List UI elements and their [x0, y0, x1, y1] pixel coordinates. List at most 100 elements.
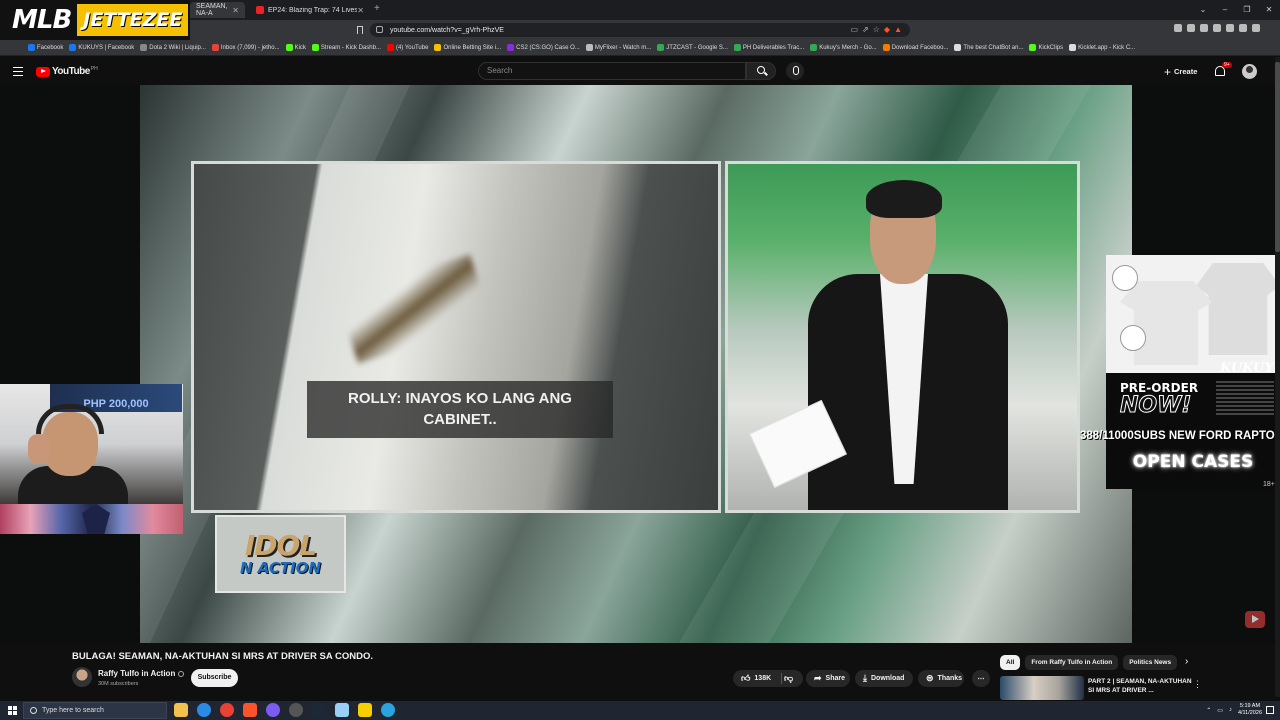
app-icon[interactable]	[289, 703, 303, 717]
bookmark-item[interactable]: JTZCAST - Google S...	[657, 44, 728, 51]
maximize-icon[interactable]: ❐	[1236, 0, 1258, 20]
tab-search-icon[interactable]: ⌄	[1192, 0, 1214, 20]
bookmark-item[interactable]: Kukuy's Merch - Go...	[810, 44, 877, 51]
chip-all[interactable]: All	[1000, 655, 1021, 670]
bookmark-favicon-icon	[434, 44, 442, 51]
tab-title: EP24: Blazing Trap: 74 Lives Taken in	[268, 6, 358, 14]
extension-icon[interactable]	[1187, 24, 1195, 32]
clock[interactable]: 5:19 AM 4/11/2026	[1238, 703, 1262, 717]
bookmark-item[interactable]: MyFlixer - Watch m...	[585, 44, 652, 51]
bookmark-item[interactable]: CS2 (CS:GO) Case O...	[507, 44, 580, 51]
notepad-icon[interactable]	[335, 703, 349, 717]
create-label: Create	[1174, 67, 1198, 76]
thanks-button[interactable]: ⊜ Thanks	[918, 670, 964, 687]
edge-icon[interactable]	[197, 703, 211, 717]
vpn-icon[interactable]	[1226, 24, 1234, 32]
windows-taskbar: Type here to search ⌃ ▭ ♪ 5:19 AM 4/11/2…	[0, 701, 1280, 720]
brave-rewards-icon[interactable]: ▲	[894, 23, 902, 37]
telegram-icon[interactable]	[381, 703, 395, 717]
tshirt-image	[1196, 263, 1280, 355]
recommended-title[interactable]: PART 2 | SEAMAN, NA-AKTUHAN SI MRS AT DR…	[1088, 677, 1192, 695]
notification-center-icon[interactable]	[1266, 706, 1274, 714]
bookmark-favicon-icon	[1069, 44, 1077, 51]
bookmark-favicon-icon	[211, 44, 219, 51]
search-button[interactable]	[746, 62, 776, 80]
bookmark-favicon-icon	[386, 44, 394, 51]
wallet-icon[interactable]	[1213, 24, 1221, 32]
chip-politics-news[interactable]: Politics News	[1123, 655, 1178, 670]
install-app-icon[interactable]: ▭	[850, 23, 858, 37]
bookmark-label: Dota 2 Wiki | Liquip...	[149, 44, 206, 51]
bookmark-favicon-icon	[657, 44, 665, 51]
minimize-icon[interactable]: –	[1214, 0, 1236, 20]
youtube-logo[interactable]: YouTube PH	[36, 66, 98, 77]
close-tab-icon[interactable]: ✕	[232, 6, 239, 15]
bookmark-item[interactable]: Kick	[285, 44, 306, 51]
file-explorer-icon[interactable]	[174, 703, 188, 717]
close-tab-icon[interactable]: ✕	[357, 6, 364, 15]
account-avatar[interactable]	[1242, 64, 1257, 79]
tray-chevron-icon[interactable]: ⌃	[1206, 707, 1211, 714]
bookmark-item[interactable]: PH Deliverables Trac...	[733, 44, 804, 51]
close-window-icon[interactable]: ✕	[1258, 0, 1280, 20]
new-tab-icon[interactable]: +	[374, 3, 380, 14]
dislike-button[interactable]: 👎︎	[780, 670, 798, 687]
channel-name[interactable]: Raffy Tulfo in Action	[98, 669, 185, 678]
chip-from-channel[interactable]: From Raffy Tulfo in Action	[1025, 655, 1119, 670]
obs-icon[interactable]	[266, 703, 280, 717]
bookmark-item[interactable]: Stream - Kick Dashb...	[311, 44, 381, 51]
profile-icon[interactable]	[1239, 24, 1247, 32]
menu-icon[interactable]	[1252, 24, 1260, 32]
show-logo-bottom: N ACTION	[239, 559, 322, 577]
bookmark-label: MyFlixer - Watch m...	[594, 44, 652, 51]
voice-search-icon[interactable]	[786, 62, 804, 80]
bookmark-favicon-icon	[810, 44, 818, 51]
more-actions-button[interactable]: ⋯	[972, 670, 990, 687]
more-vert-icon[interactable]: ⋮	[1193, 679, 1202, 690]
bookmark-favicon-icon	[285, 44, 293, 51]
share-page-icon[interactable]: ⇗	[862, 23, 869, 37]
browser-tab-active[interactable]: SEAMAN, NA-A ✕	[190, 2, 245, 18]
brave-shields-icon[interactable]: ◆	[884, 23, 890, 37]
bookmark-item[interactable]: The best ChatBot an...	[954, 44, 1023, 51]
chrome-icon[interactable]	[220, 703, 234, 717]
star-icon[interactable]: ☆	[873, 23, 880, 37]
recommended-thumbnail[interactable]	[1000, 676, 1084, 700]
channel-avatar[interactable]	[72, 667, 92, 687]
brave-icon[interactable]	[243, 703, 257, 717]
volume-icon[interactable]: ♪	[1229, 707, 1232, 713]
network-icon[interactable]: ▭	[1217, 707, 1223, 714]
download-button[interactable]: ⤓ Download	[855, 670, 913, 687]
bookmark-item[interactable]: Download Faceboo...	[882, 44, 948, 51]
browser-tab[interactable]: EP24: Blazing Trap: 74 Lives Taken in ✕	[250, 2, 370, 18]
bookmark-item[interactable]: Dota 2 Wiki | Liquip...	[140, 44, 206, 51]
bookmark-item[interactable]: Facebook	[28, 44, 63, 51]
bookmark-item[interactable]: Kicklet.app - Kick C...	[1069, 44, 1135, 51]
bookmark-icon[interactable]	[357, 26, 363, 34]
youtube-watermark-icon[interactable]	[1245, 611, 1265, 628]
extension-icon[interactable]	[1174, 24, 1182, 32]
windows-start-icon[interactable]	[8, 706, 17, 715]
url-field[interactable]: youtube.com/watch?v=_gVrh-PhzVE ▭ ⇗ ☆ ◆ …	[370, 23, 910, 37]
bookmark-item[interactable]: Inbox (7,099) - jetho...	[211, 44, 280, 51]
bookmark-favicon-icon	[733, 44, 741, 51]
bookmark-favicon-icon	[507, 44, 515, 51]
search-input[interactable]: Search	[478, 62, 746, 80]
sticky-app-icon[interactable]	[358, 703, 372, 717]
sidebar-icon[interactable]	[1200, 24, 1208, 32]
create-button[interactable]: + Create	[1160, 64, 1201, 79]
bookmark-favicon-icon	[140, 44, 148, 51]
bookmark-item[interactable]: Online Betting Site i...	[434, 44, 501, 51]
steam-icon[interactable]	[312, 703, 326, 717]
taskbar-search-input[interactable]: Type here to search	[23, 702, 167, 719]
subscriber-count: 30M subscribers	[98, 681, 139, 687]
subscribe-button[interactable]: Subscribe	[191, 669, 238, 687]
chevron-right-icon[interactable]: ›	[1185, 656, 1188, 667]
share-button[interactable]: ➦ Share	[806, 670, 850, 687]
bookmark-item[interactable]: KickClips	[1029, 44, 1063, 51]
hamburger-menu-icon[interactable]	[13, 67, 23, 79]
bookmark-item[interactable]: (4) YouTube	[386, 44, 428, 51]
site-info-icon[interactable]	[376, 26, 383, 33]
bookmark-item[interactable]: KUKUYS | Facebook	[69, 44, 134, 51]
scrollbar-thumb[interactable]	[1275, 62, 1280, 252]
